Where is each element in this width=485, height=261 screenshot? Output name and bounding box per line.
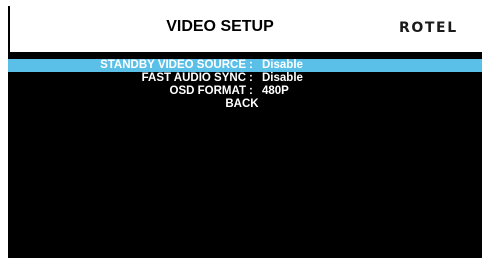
rotel-logo: ROTEL <box>399 20 458 36</box>
menu-item-value: 480P <box>262 85 289 97</box>
back-label: BACK <box>225 98 259 110</box>
menu-item-osd-format[interactable]: OSD FORMAT : 480P <box>8 85 482 98</box>
menu-item-value: Disable <box>262 59 303 71</box>
menu-item-back[interactable]: BACK <box>8 98 482 111</box>
menu-item-value: Disable <box>262 72 303 84</box>
page-title: VIDEO SETUP <box>166 18 274 35</box>
header-bar: VIDEO SETUP ROTEL <box>10 6 482 52</box>
menu-item-separator: : <box>249 59 253 71</box>
menu-item-label: OSD FORMAT <box>169 85 246 97</box>
menu-item-fast-audio-sync[interactable]: FAST AUDIO SYNC : Disable <box>8 72 482 85</box>
menu-item-separator: : <box>249 72 253 84</box>
menu-item-label: FAST AUDIO SYNC <box>141 72 246 84</box>
osd-screen: VIDEO SETUP ROTEL STANDBY VIDEO SOURCE :… <box>8 6 482 258</box>
menu-item-separator: : <box>249 85 253 97</box>
menu-item-standby-video-source[interactable]: STANDBY VIDEO SOURCE : Disable <box>8 59 482 72</box>
menu-item-label: STANDBY VIDEO SOURCE <box>100 59 246 71</box>
